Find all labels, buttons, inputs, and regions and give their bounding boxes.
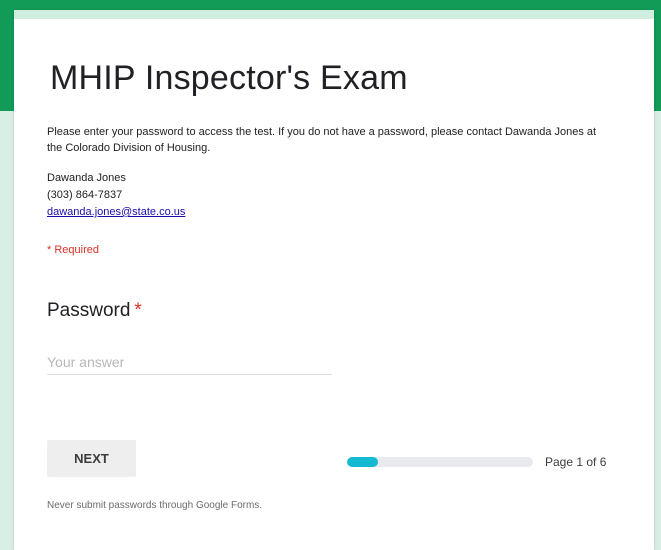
progress-fill [347, 457, 378, 467]
required-note: * Required [47, 244, 99, 256]
next-button[interactable]: NEXT [47, 440, 136, 477]
password-question-label: Password * [47, 300, 142, 322]
form-card: MHIP Inspector's Exam Please enter your … [14, 10, 654, 550]
password-warning-note: Never submit passwords through Google Fo… [47, 500, 263, 511]
form-title: MHIP Inspector's Exam [50, 59, 408, 97]
card-accent-bar [14, 10, 654, 19]
page-indicator: Page 1 of 6 [545, 455, 607, 469]
form-description: Please enter your password to access the… [47, 126, 597, 154]
question-title: Password [47, 300, 131, 321]
contact-name: Dawanda Jones [47, 172, 126, 184]
contact-phone: (303) 864-7837 [47, 189, 123, 201]
progress-bar [347, 457, 533, 467]
contact-email-link[interactable]: dawanda.jones@state.co.us [47, 206, 185, 218]
password-answer-input[interactable] [47, 350, 332, 375]
contact-block: Dawanda Jones (303) 864-7837 dawanda.jon… [47, 170, 185, 221]
required-asterisk: * [134, 300, 142, 321]
